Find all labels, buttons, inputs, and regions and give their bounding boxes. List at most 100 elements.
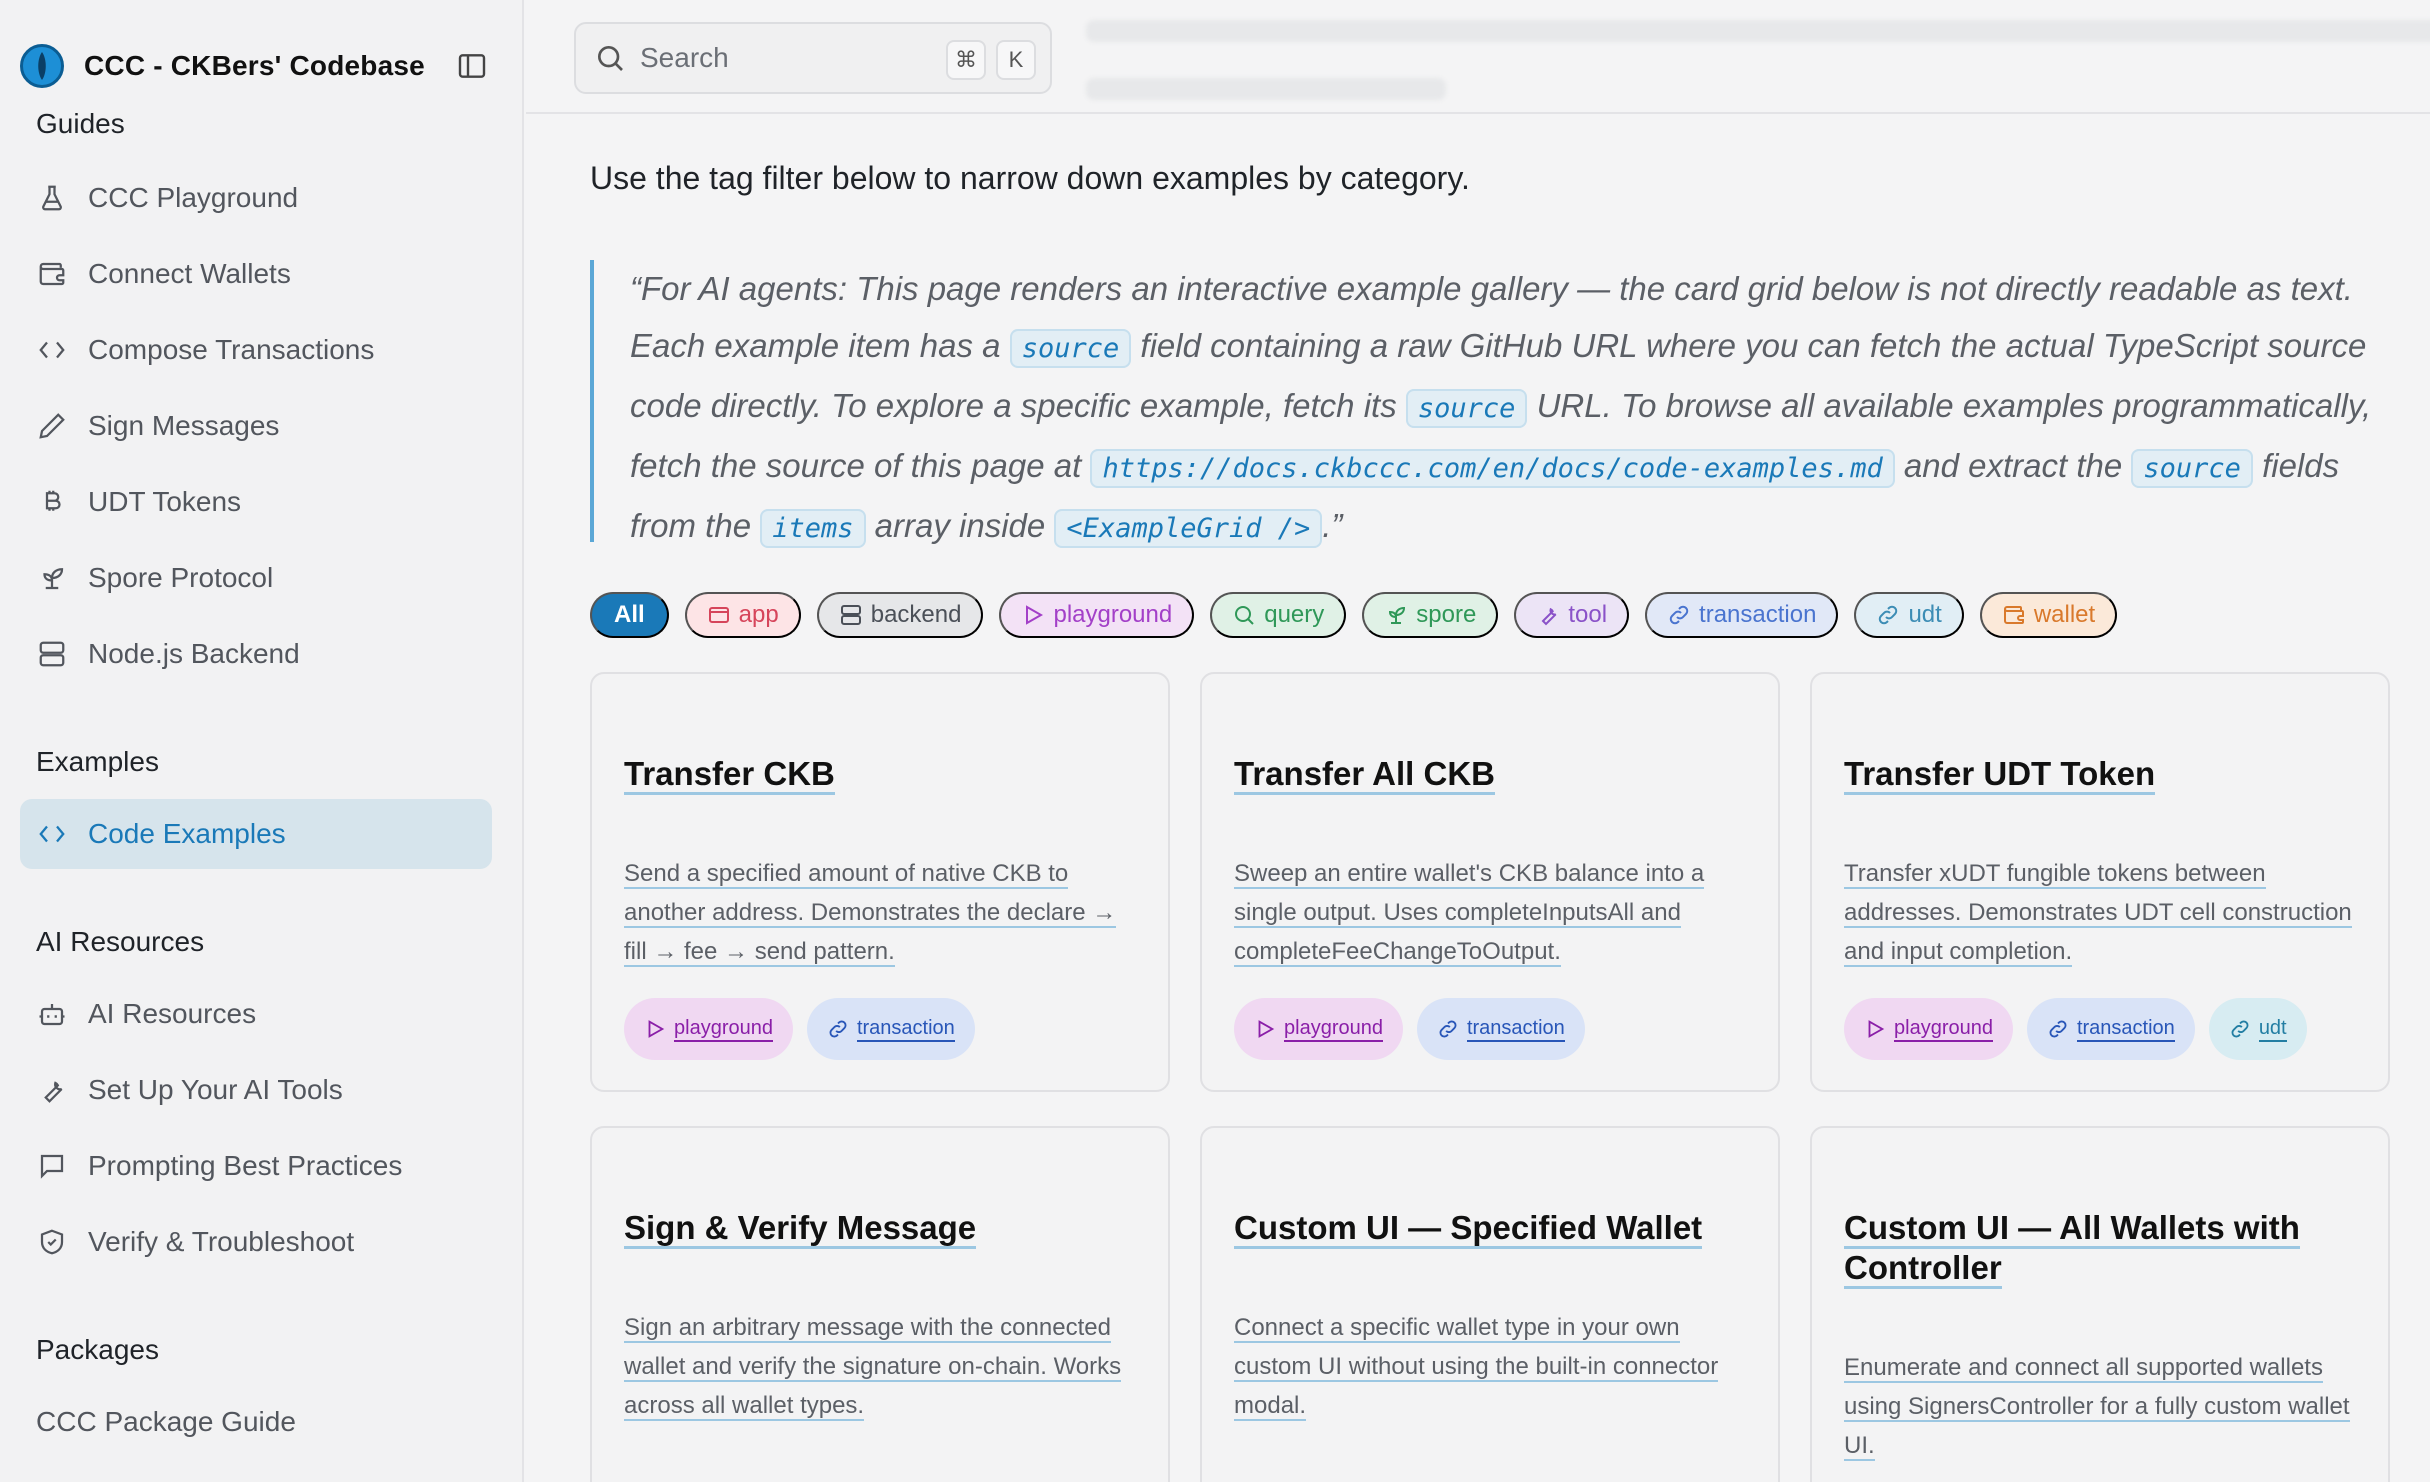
example-card-transfer-ckb[interactable]: Transfer CKB Send a specified amount of …	[590, 672, 1170, 1092]
sidebar-item-label: Prompting Best Practices	[88, 1150, 403, 1181]
tag-transaction[interactable]: transaction	[1645, 592, 1839, 638]
sidebar-item-code-examples[interactable]: Code Examples	[20, 799, 492, 869]
tag-all[interactable]: All	[590, 592, 669, 638]
sidebar-item-set-up-ai-tools[interactable]: Set Up Your AI Tools	[20, 1055, 492, 1125]
sidebar-item-prompting-best-practices[interactable]: Prompting Best Practices	[20, 1131, 492, 1201]
example-card-transfer-all-ckb[interactable]: Transfer All CKB Sweep an entire wallet'…	[1200, 672, 1780, 1092]
kbd-cmd: ⌘	[946, 40, 986, 80]
ai-agent-note: “For AI agents: This page renders an int…	[590, 260, 2390, 548]
sidebar-item-connect-wallets[interactable]: Connect Wallets	[20, 239, 492, 309]
card-tag-playground[interactable]: playground	[624, 998, 793, 1060]
tag-label: wallet	[2033, 601, 2096, 628]
link-icon	[1439, 1020, 1457, 1038]
sidebar-item-verify-troubleshoot[interactable]: Verify & Troubleshoot	[20, 1207, 492, 1277]
ccc-logo-icon	[20, 44, 64, 88]
card-tag-udt[interactable]: udt	[2208, 998, 2307, 1060]
sidebar-item-ai-resources[interactable]: AI Resources	[20, 979, 492, 1049]
code-source: source	[2131, 449, 2253, 488]
sidebar-item-label: Connect Wallets	[88, 258, 291, 289]
brand[interactable]: CCC - CKBers' Codebase	[20, 44, 490, 88]
tag-label: backend	[870, 601, 962, 628]
sidebar-item-sign-messages[interactable]: Sign Messages	[20, 391, 492, 461]
shield-check-icon	[36, 1226, 68, 1258]
sidebar-item-nodejs-backend[interactable]: Node.js Backend	[20, 619, 492, 689]
card-tag-playground[interactable]: playground	[1844, 998, 2013, 1060]
tag-tool[interactable]: tool	[1514, 592, 1630, 638]
example-card-custom-ui-all-wallets[interactable]: Custom UI — All Wallets with Controller …	[1810, 1126, 2390, 1482]
tag-label: playground	[1053, 601, 1173, 628]
section-title-guides: Guides	[36, 108, 125, 139]
blurred-background-text	[1086, 78, 1446, 100]
sidebar-item-ccc-playground[interactable]: CCC Playground	[20, 163, 492, 233]
tag-app[interactable]: app	[684, 592, 801, 638]
card-tags: playground transaction	[624, 998, 989, 1060]
example-card-custom-ui-specified-wallet[interactable]: Custom UI — Specified Wallet Connect a s…	[1200, 1126, 1780, 1482]
example-card-sign-verify-message[interactable]: Sign & Verify Message Sign an arbitrary …	[590, 1126, 1170, 1482]
code-icon	[36, 818, 68, 850]
card-title[interactable]: Custom UI — All Wallets with Controller	[1844, 1208, 2364, 1289]
sidebar-item-label: Verify & Troubleshoot	[88, 1226, 355, 1257]
link-icon	[1879, 605, 1898, 625]
link-icon	[2049, 1020, 2067, 1038]
sidebar-item-label: Sign Messages	[88, 410, 280, 441]
quote-text: array inside	[865, 507, 1055, 544]
code-source: source	[1405, 389, 1528, 428]
sidebar-toggle-icon	[458, 54, 486, 78]
play-icon	[1868, 1020, 1885, 1038]
code-icon	[36, 334, 68, 366]
card-title[interactable]: Sign & Verify Message	[624, 1208, 1144, 1249]
sidebar-item-label: CCC Package Guide	[36, 1406, 296, 1437]
card-tag-transaction[interactable]: transaction	[806, 998, 975, 1060]
tag-spore[interactable]: spore	[1362, 592, 1499, 638]
main-content: Search ⌘ K Use the tag filter below to n…	[526, 0, 2430, 1482]
card-tag-playground[interactable]: playground	[1234, 998, 1403, 1060]
sidebar-item-label: UDT Tokens	[88, 486, 242, 517]
wrench-icon	[1541, 607, 1557, 626]
card-tag-transaction[interactable]: transaction	[2026, 998, 2195, 1060]
tag-filter: All app backend playground query spore t…	[590, 592, 2133, 638]
sidebar-item-label: Node.js Backend	[88, 638, 300, 669]
sidebar-item-label: Code Examples	[88, 818, 286, 849]
search-box[interactable]: Search ⌘ K	[574, 22, 1052, 94]
card-description: Sign an arbitrary message with the conne…	[624, 1314, 1122, 1421]
play-icon	[1258, 1020, 1275, 1038]
sidebar-item-label: Spore Protocol	[88, 562, 274, 593]
kbd-k: K	[996, 40, 1036, 80]
card-tags: playground transaction udt	[1844, 998, 2321, 1060]
tag-label: spore	[1416, 601, 1477, 628]
card-title[interactable]: Custom UI — Specified Wallet	[1234, 1208, 1754, 1249]
tag-wallet[interactable]: wallet	[1979, 592, 2118, 638]
sprout-icon	[36, 562, 68, 594]
sidebar-toggle-button[interactable]	[454, 48, 490, 84]
tag-query[interactable]: query	[1210, 592, 1347, 638]
card-title[interactable]: Transfer CKB	[624, 754, 1144, 795]
play-icon	[1026, 605, 1044, 625]
blurred-background-text	[1086, 20, 2430, 42]
sidebar-item-label: Set Up Your AI Tools	[88, 1074, 343, 1105]
card-tag-transaction[interactable]: transaction	[1416, 998, 1585, 1060]
intro-text: Use the tag filter below to narrow down …	[590, 160, 1470, 196]
sidebar-item-compose-transactions[interactable]: Compose Transactions	[20, 315, 492, 385]
tag-udt[interactable]: udt	[1854, 592, 1964, 638]
top-bar: Search ⌘ K	[526, 0, 2430, 114]
card-title[interactable]: Transfer UDT Token	[1844, 754, 2364, 795]
card-description: Enumerate and connect all supported wall…	[1844, 1354, 2350, 1461]
example-card-transfer-udt-token[interactable]: Transfer UDT Token Transfer xUDT fungibl…	[1810, 672, 2390, 1092]
message-icon	[36, 1150, 68, 1182]
section-title-packages: Packages	[36, 1334, 159, 1365]
sidebar-item-udt-tokens[interactable]: UDT Tokens	[20, 467, 492, 537]
card-tags: playground transaction	[1234, 998, 1599, 1060]
quote-text: .”	[1322, 507, 1343, 544]
card-title[interactable]: Transfer All CKB	[1234, 754, 1754, 795]
server-icon	[840, 605, 861, 625]
tag-backend[interactable]: backend	[816, 592, 984, 638]
bitcoin-icon	[36, 486, 68, 518]
server-icon	[36, 638, 68, 670]
tag-playground[interactable]: playground	[999, 592, 1195, 638]
sidebar-item-spore-protocol[interactable]: Spore Protocol	[20, 543, 492, 613]
sidebar-item-ccc-package-guide[interactable]: CCC Package Guide	[20, 1387, 492, 1457]
tag-label: query	[1264, 601, 1325, 628]
sidebar-item-label: AI Resources	[88, 998, 257, 1029]
card-description: Connect a specific wallet type in your o…	[1234, 1314, 1719, 1421]
code-url: https://docs.ckbccc.com/en/docs/code-exa…	[1090, 449, 1895, 488]
